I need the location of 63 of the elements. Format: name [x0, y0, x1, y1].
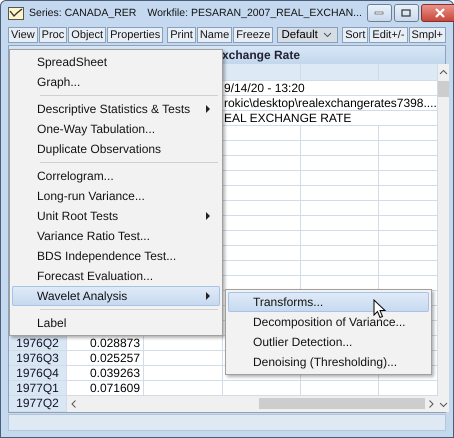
menu-item[interactable]: Decomposition of Variance... [228, 312, 429, 332]
chevron-right-icon [428, 400, 434, 408]
menu-item[interactable]: Correlogram... [12, 166, 220, 186]
toolbar-button[interactable]: Proc [38, 26, 68, 43]
chevron-up-icon [438, 68, 448, 75]
value-cell: 0.025257 [67, 350, 144, 366]
toolbar-button[interactable]: Smpl+ [408, 26, 446, 43]
minimize-button[interactable] [366, 4, 392, 22]
value-cell: 0.039263 [67, 366, 144, 381]
menu-item[interactable]: Outlier Detection... [228, 332, 429, 352]
menu-item[interactable]: Graph... [12, 72, 220, 92]
menu-item[interactable]: Descriptive Statistics & Tests [12, 99, 220, 119]
toolbar-button[interactable]: Freeze [233, 26, 274, 43]
scrollbar-thumb[interactable] [438, 80, 449, 97]
sheet-title: xchange Rate [222, 48, 300, 62]
info-cell: EAL EXCHANGE RATE [223, 110, 438, 126]
row-label: 1976Q4 [9, 366, 67, 381]
close-icon [434, 8, 446, 18]
toolbar-button[interactable]: Print [167, 26, 196, 43]
graph-icon [8, 6, 24, 20]
row-label: 1976Q2 [9, 336, 67, 351]
menu-item[interactable]: BDS Independence Test... [12, 246, 220, 266]
menu-item[interactable]: SpreadSheet [12, 52, 220, 72]
vertical-scrollbar[interactable] [438, 64, 449, 412]
mouse-pointer-icon [373, 299, 386, 319]
minimize-icon [374, 11, 384, 16]
maximize-icon [401, 9, 412, 18]
menu-item[interactable]: Denoising (Thresholding)... [228, 352, 429, 372]
info-cell: rokic\desktop\realexchangerates7398.... [223, 96, 438, 111]
menu-item[interactable]: Wavelet Analysis [12, 286, 220, 306]
menu-item[interactable]: Unit Root Tests [12, 206, 220, 226]
toolbar-button[interactable]: Sort [342, 26, 368, 43]
toolbar-button[interactable]: View [8, 26, 38, 43]
menu-item[interactable]: One-Way Tabulation... [12, 119, 220, 139]
toolbar-button[interactable]: Edit+/- [369, 26, 408, 43]
row-label: 1976Q3 [9, 350, 67, 366]
scrollbar-thumb[interactable] [258, 398, 425, 410]
menu-item[interactable]: Label [12, 313, 220, 333]
submenu-arrow-icon [206, 212, 211, 220]
chevron-left-icon [71, 400, 76, 408]
menu-item[interactable]: Transforms... [228, 292, 429, 312]
menu-item[interactable]: Variance Ratio Test... [12, 226, 220, 246]
toolbar-button[interactable]: Properties [107, 26, 164, 43]
workfile-title: Workfile: PESARAN_2007_REAL_EXCHAN... [147, 7, 362, 20]
row-label: 1977Q2 [9, 396, 67, 412]
view-dropdown[interactable]: Default [277, 26, 338, 43]
chevron-down-icon [323, 32, 332, 38]
menu-item[interactable]: Duplicate Observations [12, 139, 220, 159]
close-button[interactable] [420, 4, 454, 22]
info-cell: 9/14/20 - 13:20 [223, 80, 438, 96]
submenu-arrow-icon [206, 105, 211, 113]
submenu-arrow-icon [206, 292, 211, 300]
window-title: Series: CANADA_RER [29, 7, 136, 20]
column-header[interactable] [379, 64, 438, 81]
column-header[interactable] [301, 64, 379, 81]
horizontal-scrollbar[interactable] [67, 396, 438, 412]
menu-item[interactable]: Long-run Variance... [12, 186, 220, 206]
toolbar-button[interactable]: Object [68, 26, 106, 43]
row-label: 1977Q1 [9, 380, 67, 396]
maximize-button[interactable] [394, 4, 419, 22]
toolbar-button[interactable]: Name [196, 26, 232, 43]
chevron-down-icon [438, 402, 448, 408]
menu-item[interactable]: Forecast Evaluation... [12, 266, 220, 286]
